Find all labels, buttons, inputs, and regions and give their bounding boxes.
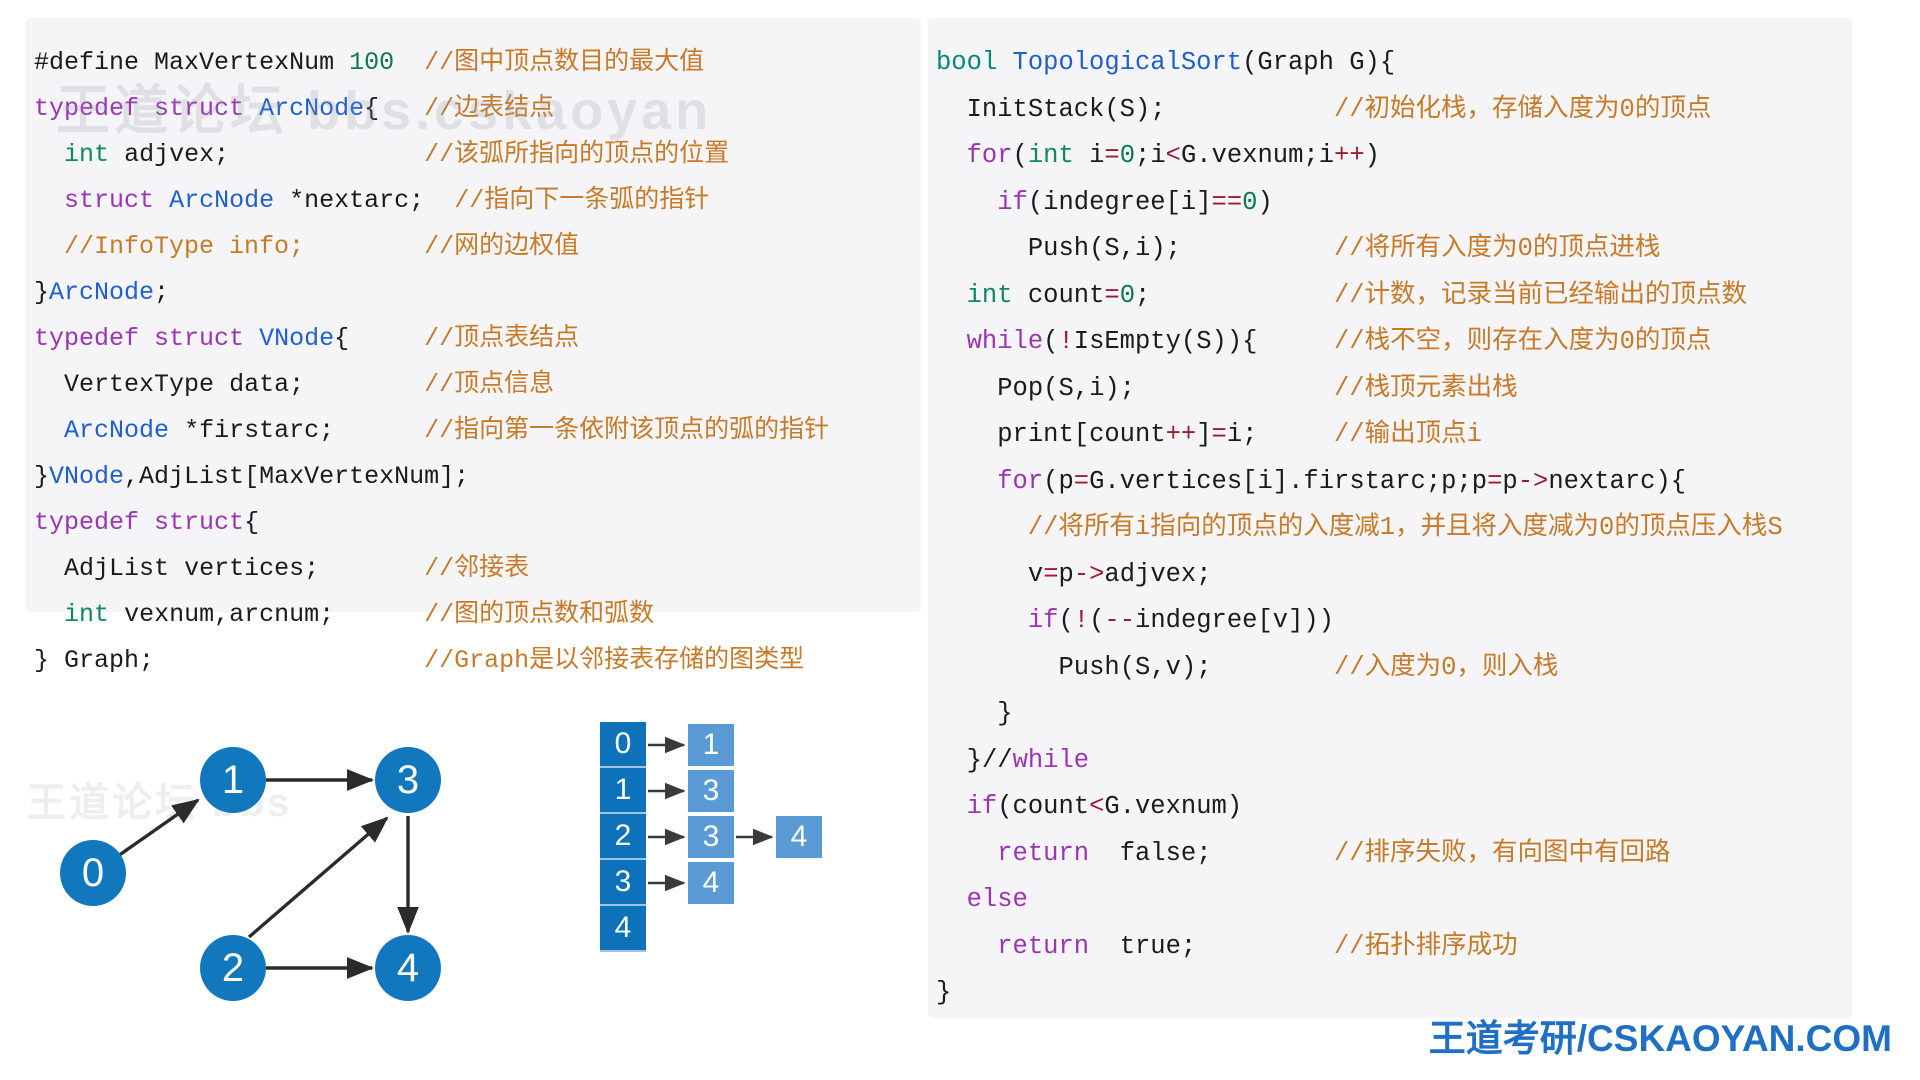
code-line: AdjList vertices; //邻接表 <box>64 554 530 583</box>
graph-node-2: 2 <box>200 935 266 1001</box>
code-line: }VNode,AdjList[MaxVertexNum]; <box>34 462 470 491</box>
adjacency-cell-1-3: 3 <box>688 770 734 812</box>
adjacency-index-3: 3 <box>600 860 646 906</box>
code-line: int count=0; //计数，记录当前已经输出的顶点数 <box>966 280 1748 310</box>
graph-node-0: 0 <box>60 840 126 906</box>
code-line: for(p=G.vertices[i].firstarc;p;p=p->next… <box>997 466 1687 496</box>
code-line: int adjvex; //该弧所指向的顶点的位置 <box>64 140 730 169</box>
code-line: for(int i=0;i<G.vexnum;i++) <box>966 141 1380 170</box>
left-code-lines: #define MaxVertexNum 100 //图中顶点数目的最大值 typ… <box>34 40 921 684</box>
code-line: typedef struct{ <box>34 508 260 537</box>
code-line: v=p->adjvex; <box>1027 559 1212 589</box>
slide-root: #define MaxVertexNum 100 //图中顶点数目的最大值 typ… <box>0 0 1920 1080</box>
code-line: int vexnum,arcnum; //图的顶点数和弧数 <box>64 600 655 629</box>
right-code-lines: bool TopologicalSort(Graph G){ InitStack… <box>936 40 1852 1017</box>
graph-node-3: 3 <box>375 747 441 813</box>
code-line: typedef struct VNode{ //顶点表结点 <box>34 324 580 353</box>
code-line: #define MaxVertexNum 100 //图中顶点数目的最大值 <box>34 48 705 77</box>
graph-edge-0-1 <box>117 798 200 858</box>
code-line: //InfoType info; //网的边权值 <box>34 232 580 261</box>
code-line: return false; //排序失败，有向图中有回路 <box>997 838 1671 868</box>
code-line: if(count<G.vexnum) <box>966 792 1243 821</box>
topological-sort-code-panel: bool TopologicalSort(Graph G){ InitStack… <box>928 18 1852 1018</box>
code-line: } Graph; //Graph是以邻接表存储的图类型 <box>34 646 805 675</box>
code-line: bool TopologicalSort(Graph G){ <box>936 48 1396 77</box>
code-line: Pop(S,i); //栈顶元素出栈 <box>997 373 1518 403</box>
code-line: return true; //拓扑排序成功 <box>997 931 1518 961</box>
code-line: if(indegree[i]==0) <box>997 187 1273 217</box>
adjacency-index-2: 2 <box>600 814 646 860</box>
code-line: InitStack(S); //初始化栈，存储入度为0的顶点 <box>966 94 1712 124</box>
code-line: struct ArcNode *nextarc; //指向下一条弧的指针 <box>64 186 710 215</box>
graph-node-4: 4 <box>375 935 441 1001</box>
code-line: ArcNode *firstarc; //指向第一条依附该顶点的弧的指针 <box>64 416 830 445</box>
code-line: else <box>966 885 1028 914</box>
adjacency-cell-0-1: 1 <box>688 724 734 766</box>
adjacency-cell-2-3: 3 <box>688 816 734 858</box>
code-line: Push(S,i); //将所有入度为0的顶点进栈 <box>1027 234 1661 263</box>
code-line: if(!(--indegree[v])) <box>1027 606 1335 635</box>
graph-node-1: 1 <box>200 747 266 813</box>
graph-edge-2-3 <box>247 816 389 939</box>
code-line: typedef struct ArcNode{ //边表结点 <box>34 94 555 123</box>
code-line: print[count++]=i; //输出顶点i <box>997 420 1482 449</box>
struct-definition-code-panel: #define MaxVertexNum 100 //图中顶点数目的最大值 typ… <box>26 18 921 675</box>
code-line: }ArcNode; <box>34 278 170 307</box>
adjacency-list-diagram: 0113234344 <box>600 722 860 1012</box>
code-line: }//while <box>966 745 1090 775</box>
code-line: } <box>997 699 1013 728</box>
code-line: Push(S,v); //入度为0，则入栈 <box>1058 652 1559 682</box>
adjacency-cell-3-4: 4 <box>688 862 734 904</box>
code-line: VertexType data; //顶点信息 <box>64 370 555 399</box>
graph-edge-group <box>117 769 419 979</box>
code-line: while(!IsEmpty(S)){ //栈不空，则存在入度为0的顶点 <box>966 327 1712 356</box>
adjacency-cell-2-4: 4 <box>776 816 822 858</box>
code-line: //将所有i指向的顶点的入度减1，并且将入度减为0的顶点压入栈S <box>936 513 1783 542</box>
adjacency-index-4: 4 <box>600 906 646 952</box>
adjacency-index-0: 0 <box>600 722 646 768</box>
adjacency-index-1: 1 <box>600 768 646 814</box>
directed-graph-diagram: 0 1 2 3 4 <box>40 690 510 1020</box>
brand-watermark: 王道考研/CSKAOYAN.COM <box>1428 1018 1892 1059</box>
